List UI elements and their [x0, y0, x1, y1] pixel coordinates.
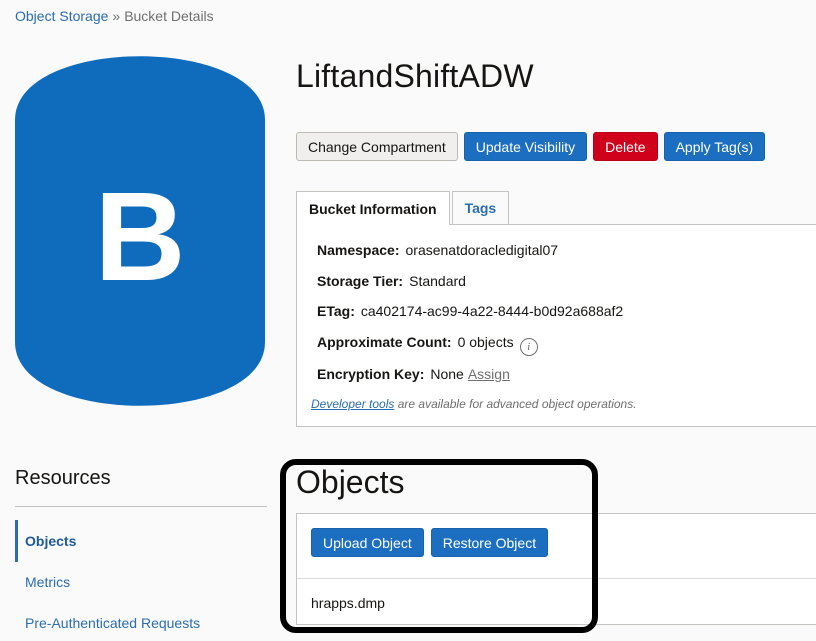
breadcrumb: Object Storage» Bucket Details	[15, 8, 214, 24]
developer-tools-note-text: are available for advanced object operat…	[394, 397, 637, 411]
resource-item-pre-authenticated-requests[interactable]: Pre-Authenticated Requests	[25, 615, 200, 631]
approximate-count-label: Approximate Count:	[317, 334, 452, 350]
page-title: LiftandShiftADW	[296, 58, 534, 94]
update-visibility-button[interactable]: Update Visibility	[463, 132, 588, 161]
object-row[interactable]: hrapps.dmp	[311, 595, 385, 611]
objects-actions: Upload Object Restore Object	[311, 528, 549, 557]
resources-heading: Resources	[15, 467, 111, 489]
objects-heading: Objects	[296, 464, 405, 500]
storage-tier-label: Storage Tier:	[317, 273, 404, 289]
tab-tags[interactable]: Tags	[451, 191, 510, 224]
change-compartment-button[interactable]: Change Compartment	[296, 132, 458, 161]
bucket-letter: B	[95, 166, 186, 307]
encryption-key-row: Encryption Key: None Assign	[317, 366, 510, 382]
assign-link[interactable]: Assign	[468, 366, 510, 382]
etag-label: ETag:	[317, 303, 355, 319]
approximate-count-row: Approximate Count: 0 objects i	[317, 334, 538, 356]
etag-value: ca402174-ac99-4a22-8444-b0d92a688af2	[360, 303, 624, 319]
developer-tools-link[interactable]: Developer tools	[311, 397, 394, 411]
etag-row: ETag: ca402174-ac99-4a22-8444-b0d92a688af…	[317, 303, 623, 319]
upload-object-button[interactable]: Upload Object	[311, 528, 424, 557]
objects-panel: Upload Object Restore Object hrapps.dmp	[296, 513, 816, 625]
tab-bucket-information[interactable]: Bucket Information	[296, 191, 450, 225]
objects-divider	[297, 578, 816, 579]
approximate-count-value: 0 objects	[457, 334, 514, 350]
resource-item-metrics[interactable]: Metrics	[25, 574, 70, 590]
developer-tools-note: Developer tools are available for advanc…	[311, 397, 637, 411]
apply-tags-button[interactable]: Apply Tag(s)	[663, 132, 766, 161]
storage-tier-row: Storage Tier: Standard	[317, 273, 466, 289]
detail-tabs: Bucket Information Tags	[296, 191, 511, 225]
info-icon[interactable]: i	[519, 338, 538, 356]
namespace-row: Namespace: orasenatdoracledigital07	[317, 242, 558, 258]
namespace-value: orasenatdoracledigital07	[405, 242, 559, 258]
delete-button[interactable]: Delete	[593, 132, 658, 161]
bucket-icon: B	[15, 56, 265, 406]
bucket-actions: Change Compartment Update Visibility Del…	[296, 132, 766, 161]
resources-divider	[15, 506, 267, 507]
restore-object-button[interactable]: Restore Object	[430, 528, 549, 557]
resource-item-objects[interactable]: Objects	[25, 533, 76, 549]
breadcrumb-object-storage-link[interactable]: Object Storage	[15, 8, 108, 24]
breadcrumb-current: Bucket Details	[124, 8, 214, 24]
breadcrumb-separator: »	[112, 8, 121, 24]
active-resource-indicator	[15, 520, 18, 562]
namespace-label: Namespace:	[317, 242, 400, 258]
storage-tier-value: Standard	[409, 273, 466, 289]
encryption-key-label: Encryption Key:	[317, 366, 425, 382]
bucket-information-panel: Namespace: orasenatdoracledigital07 Stora…	[296, 224, 816, 427]
encryption-key-value: None	[430, 366, 464, 382]
